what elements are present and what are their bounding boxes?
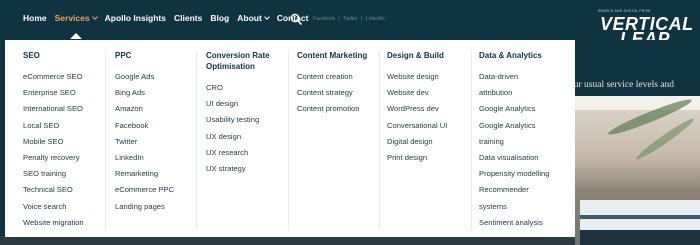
main-nav: Home Services Apollo Insights Clients Bl…	[23, 13, 316, 39]
top-navigation-bar: Home Services Apollo Insights Clients Bl…	[0, 0, 700, 54]
nav-item-label: Apollo Insights	[104, 13, 166, 23]
column-divider	[105, 50, 106, 230]
menu-column-heading[interactable]: Content Marketing	[297, 50, 383, 61]
logo-tagline: SEARCH AND DIGITAL FROM	[598, 9, 651, 13]
menu-item[interactable]: eCommerce SEO	[23, 69, 111, 85]
menu-item[interactable]: Content strategy	[297, 85, 383, 101]
menu-item[interactable]: Mobile SEO	[23, 134, 111, 150]
menu-item[interactable]: Enterprise SEO	[23, 85, 111, 101]
chevron-down-icon	[91, 14, 98, 20]
nav-item-label: Services	[54, 13, 90, 23]
menu-item[interactable]: UX strategy	[206, 161, 292, 177]
menu-item[interactable]: Google Analytics	[479, 118, 573, 134]
social-links: Facebook | Twitter | LinkedIn	[313, 16, 387, 22]
menu-item[interactable]: Conversational UI	[387, 118, 473, 134]
column-divider	[471, 50, 472, 230]
social-separator: |	[338, 16, 340, 22]
column-divider	[196, 50, 197, 230]
menu-item[interactable]: SEO training	[23, 166, 111, 182]
menu-item[interactable]: UX design	[206, 129, 292, 145]
menu-item[interactable]: Content creation	[297, 69, 383, 85]
nav-item-home[interactable]: Home	[23, 13, 47, 23]
menu-item[interactable]: eCommerce PPC	[115, 182, 201, 198]
nav-item-label: Clients	[174, 13, 203, 23]
column-divider	[379, 50, 380, 230]
menu-item[interactable]: Print design	[387, 150, 473, 166]
social-separator: |	[361, 16, 363, 22]
nav-item-services[interactable]: Services	[54, 13, 98, 39]
menu-item[interactable]: Twitter	[115, 134, 201, 150]
menu-column-heading[interactable]: SEO	[23, 50, 111, 61]
menu-column-heading[interactable]: Data & Analytics	[479, 50, 573, 61]
menu-item[interactable]: Voice search	[23, 199, 111, 215]
search-icon[interactable]	[290, 13, 302, 25]
menu-item[interactable]: Digital design	[387, 134, 473, 150]
menu-item[interactable]: Google Analytics	[479, 101, 573, 117]
hero-tagline: our usual service levels and	[575, 80, 674, 90]
menu-column-seo: SEO eCommerce SEO Enterprise SEO Interna…	[23, 50, 111, 231]
nav-item-clients[interactable]: Clients	[174, 13, 202, 23]
menu-column-content-marketing: Content Marketing Content creation Conte…	[297, 50, 383, 118]
nav-item-label: Home	[23, 13, 47, 23]
hero-background: our usual service levels and	[575, 40, 700, 245]
menu-item[interactable]: Recommender	[479, 182, 573, 198]
menu-item[interactable]: Remarketing	[115, 166, 201, 182]
menu-item[interactable]: Amazon	[115, 101, 201, 117]
menu-item[interactable]: Data-driven	[479, 69, 573, 85]
services-mega-menu: SEO eCommerce SEO Enterprise SEO Interna…	[5, 40, 575, 237]
page-bottom-strip	[0, 236, 575, 245]
menu-item[interactable]: Sentiment analysis	[479, 215, 573, 231]
nav-item-about[interactable]: About	[237, 13, 270, 23]
menu-item[interactable]: Landing pages	[115, 199, 201, 215]
nav-item-apollo-insights[interactable]: Apollo Insights	[105, 13, 166, 23]
menu-item[interactable]: Google Ads	[115, 69, 201, 85]
menu-item[interactable]: Propensity modelling	[479, 166, 573, 182]
menu-item[interactable]: Content promotion	[297, 101, 383, 117]
menu-item[interactable]: WordPress dev	[387, 101, 473, 117]
menu-item[interactable]: Data visualisation	[479, 150, 573, 166]
menu-item[interactable]: Website dev	[387, 85, 473, 101]
menu-column-heading[interactable]: Conversion Rate Optimisation	[206, 50, 292, 72]
menu-item[interactable]: Website design	[387, 69, 473, 85]
menu-column-design-build: Design & Build Website design Website de…	[387, 50, 473, 166]
menu-item[interactable]: Usability testing	[206, 112, 292, 128]
menu-column-heading[interactable]: PPC	[115, 50, 201, 61]
menu-item[interactable]: UX research	[206, 145, 292, 161]
menu-item[interactable]: Bing Ads	[115, 85, 201, 101]
menu-item[interactable]: Website migration	[23, 215, 111, 231]
menu-column-cro: Conversion Rate Optimisation CRO UI desi…	[206, 50, 292, 177]
ship-deck-graphic	[580, 215, 700, 219]
menu-item[interactable]: Local SEO	[23, 118, 111, 134]
menu-item[interactable]: International SEO	[23, 101, 111, 117]
menu-item[interactable]: CRO	[206, 80, 292, 96]
column-divider	[288, 50, 289, 230]
social-link-facebook[interactable]: Facebook	[313, 16, 335, 22]
nav-item-label: Blog	[210, 13, 230, 23]
chevron-down-icon	[263, 14, 270, 20]
ship-hull-graphic	[580, 230, 700, 245]
menu-column-data-analytics: Data & Analytics Data-driven attribution…	[479, 50, 573, 231]
menu-column-ppc: PPC Google Ads Bing Ads Amazon Facebook …	[115, 50, 201, 215]
menu-item[interactable]: UI design	[206, 96, 292, 112]
social-link-linkedin[interactable]: LinkedIn	[366, 16, 385, 22]
menu-column-heading[interactable]: Design & Build	[387, 50, 473, 61]
nav-item-label: About	[237, 13, 262, 23]
nav-item-blog[interactable]: Blog	[210, 13, 229, 23]
menu-item[interactable]: Penalty recovery	[23, 150, 111, 166]
menu-item[interactable]: Technical SEO	[23, 182, 111, 198]
menu-item[interactable]: attribution	[479, 85, 573, 101]
menu-item[interactable]: systems	[479, 199, 573, 215]
menu-item[interactable]: training	[479, 134, 573, 150]
social-link-twitter[interactable]: Twitter	[343, 16, 358, 22]
menu-item[interactable]: LinkedIn	[115, 150, 201, 166]
menu-item[interactable]: Facebook	[115, 118, 201, 134]
